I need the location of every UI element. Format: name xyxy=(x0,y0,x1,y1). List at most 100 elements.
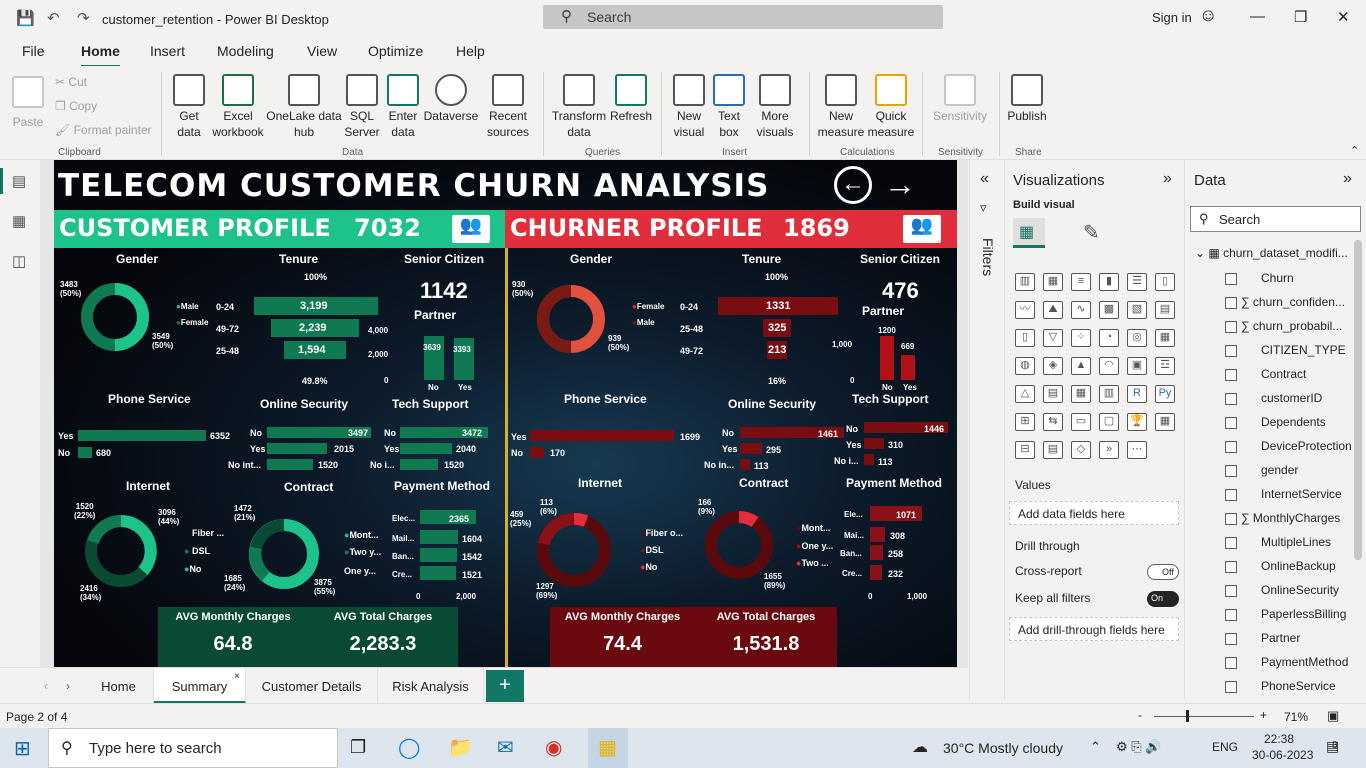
field-checkbox[interactable] xyxy=(1225,680,1237,693)
visual-type-icon[interactable]: ▣ xyxy=(1127,357,1147,375)
field-checkbox[interactable] xyxy=(1225,296,1237,309)
visual-type-icon[interactable]: ◈ xyxy=(1043,357,1063,375)
visual-type-icon[interactable]: 🏆 xyxy=(1127,413,1147,431)
visual-type-icon[interactable]: ▤ xyxy=(1043,385,1063,403)
menu-file[interactable]: File xyxy=(22,43,45,59)
collapse-icon[interactable]: « xyxy=(980,170,989,188)
cross-report-toggle[interactable]: Off xyxy=(1147,564,1179,580)
visual-type-icon[interactable]: ▦ xyxy=(1043,273,1063,291)
table-node[interactable]: ⌄ ▦ churn_dataset_modifi... xyxy=(1195,246,1348,260)
field-item[interactable]: CITIZEN_TYPE xyxy=(1225,343,1346,357)
filters-pane[interactable]: « ▿ Filters xyxy=(969,160,1005,700)
field-item[interactable]: Contract xyxy=(1225,367,1306,381)
field-item[interactable]: Dependents xyxy=(1225,415,1326,429)
field-checkbox[interactable] xyxy=(1225,392,1237,405)
field-item[interactable]: OnlineSecurity xyxy=(1225,583,1339,597)
quick-measure-button[interactable]: Quick measure xyxy=(866,74,916,140)
zoom-in-icon[interactable]: + xyxy=(1260,708,1267,722)
edge-icon[interactable]: ◯ xyxy=(398,735,420,760)
visual-type-icon[interactable]: Py xyxy=(1155,385,1175,403)
visual-type-icon[interactable]: ▭ xyxy=(1071,413,1091,431)
taskbar-search[interactable]: ⚲ Type here to search xyxy=(48,728,338,768)
field-item[interactable]: Partner xyxy=(1225,631,1300,645)
account-icon[interactable]: ☺ xyxy=(1199,5,1217,26)
publish-button[interactable]: Publish xyxy=(1004,74,1050,124)
more-visuals-button[interactable]: More visuals xyxy=(748,74,802,140)
save-icon[interactable]: 💾 xyxy=(16,9,35,27)
visual-type-icon[interactable]: ◇ xyxy=(1071,441,1091,459)
sensitivity-button[interactable]: Sensitivity xyxy=(928,74,992,124)
chrome-icon[interactable]: ◉ xyxy=(545,735,562,760)
visual-type-icon[interactable]: ⊟ xyxy=(1015,441,1035,459)
sign-in-link[interactable]: Sign in xyxy=(1152,10,1192,25)
maximize-icon[interactable]: ❐ xyxy=(1294,8,1307,26)
visual-type-icon[interactable]: ⇆ xyxy=(1043,413,1063,431)
visual-type-icon[interactable]: ≡ xyxy=(1071,273,1091,291)
menu-optimize[interactable]: Optimize xyxy=(368,43,423,59)
visual-type-icon[interactable]: ▥ xyxy=(1099,385,1119,403)
redo-icon[interactable]: ↷ xyxy=(77,9,90,27)
close-icon[interactable]: ✕ xyxy=(1337,8,1350,26)
clock-date[interactable]: 30-06-2023 xyxy=(1252,748,1313,762)
back-arrow-icon[interactable]: ← xyxy=(834,166,872,204)
menu-home[interactable]: Home xyxy=(81,43,120,68)
add-page-button[interactable]: + xyxy=(486,670,524,702)
field-checkbox[interactable] xyxy=(1225,440,1237,453)
model-view-icon[interactable]: ◫ xyxy=(12,252,30,270)
tray-icons[interactable]: ⚙ ⎘ 🔊 xyxy=(1116,739,1161,755)
zoom-slider[interactable] xyxy=(1154,716,1254,717)
visual-type-icon[interactable]: ⋯ xyxy=(1127,441,1147,459)
expand-icon[interactable]: » xyxy=(1343,170,1352,188)
format-painter-button[interactable]: 🖌 Format painter xyxy=(55,123,152,137)
visual-type-icon[interactable]: ▤ xyxy=(1155,301,1175,319)
tray-chevron-icon[interactable]: ⌃ xyxy=(1090,739,1101,755)
visual-type-icon[interactable]: » xyxy=(1099,441,1119,459)
table-view-icon[interactable]: ▦ xyxy=(12,212,30,230)
language-indicator[interactable]: ENG xyxy=(1212,740,1238,754)
recent-sources-button[interactable]: Recent sources xyxy=(480,74,536,140)
visual-type-icon[interactable]: ▦ xyxy=(1155,413,1175,431)
visual-type-icon[interactable]: R xyxy=(1127,385,1147,403)
values-drop-zone[interactable]: Add data fields here xyxy=(1009,501,1179,525)
menu-insert[interactable]: Insert xyxy=(150,43,185,59)
field-checkbox[interactable] xyxy=(1225,272,1237,285)
visual-type-icon[interactable]: ▤ xyxy=(1043,441,1063,459)
report-view-icon[interactable]: ▤ xyxy=(12,172,30,190)
field-checkbox[interactable] xyxy=(1225,488,1237,501)
notification-icon[interactable]: ▤ 8 xyxy=(1326,738,1339,755)
keep-filters-toggle[interactable]: On xyxy=(1147,591,1179,607)
visual-type-icon[interactable]: ☲ xyxy=(1155,357,1175,375)
format-visual-icon[interactable]: ✎ xyxy=(1083,220,1100,245)
weather-text[interactable]: 30°C Mostly cloudy xyxy=(943,740,1063,756)
visual-type-icon[interactable]: ▽ xyxy=(1043,329,1063,347)
field-item[interactable]: ∑ MonthlyCharges xyxy=(1225,511,1340,525)
tab-risk-analysis[interactable]: Risk Analysis xyxy=(378,668,484,704)
visual-type-icon[interactable]: ☰ xyxy=(1127,273,1147,291)
menu-help[interactable]: Help xyxy=(456,43,485,59)
visual-type-icon[interactable]: ▥ xyxy=(1015,273,1035,291)
enter-data-button[interactable]: Enter data xyxy=(384,74,422,140)
text-box-button[interactable]: Text box xyxy=(711,74,747,140)
drill-drop-zone[interactable]: Add drill-through fields here xyxy=(1009,617,1179,641)
visual-type-icon[interactable]: 〰 xyxy=(1015,301,1035,319)
field-checkbox[interactable] xyxy=(1225,584,1237,597)
menu-view[interactable]: View xyxy=(307,43,337,59)
expand-icon[interactable]: » xyxy=(1163,170,1172,188)
dataverse-button[interactable]: Dataverse xyxy=(423,74,479,124)
mail-icon[interactable]: ✉ xyxy=(497,735,514,760)
visual-type-icon[interactable]: ◠ xyxy=(1099,357,1119,375)
undo-icon[interactable]: ↶ xyxy=(47,9,60,27)
field-item[interactable]: DeviceProtection xyxy=(1225,439,1352,453)
zoom-thumb[interactable] xyxy=(1186,710,1189,722)
field-checkbox[interactable] xyxy=(1225,512,1237,525)
file-explorer-icon[interactable]: 📁 xyxy=(448,735,473,760)
forward-arrow-icon[interactable]: → xyxy=(884,166,916,203)
visual-type-icon[interactable]: ▩ xyxy=(1099,301,1119,319)
visual-type-icon[interactable]: ▲ xyxy=(1071,357,1091,375)
field-checkbox[interactable] xyxy=(1225,656,1237,669)
field-checkbox[interactable] xyxy=(1225,320,1237,333)
visual-type-icon[interactable]: ⁘ xyxy=(1071,329,1091,347)
visual-type-icon[interactable]: ▦ xyxy=(1155,329,1175,347)
field-item[interactable]: ∑ churn_probabil... xyxy=(1225,319,1342,333)
close-tab-icon[interactable]: × xyxy=(234,671,240,682)
